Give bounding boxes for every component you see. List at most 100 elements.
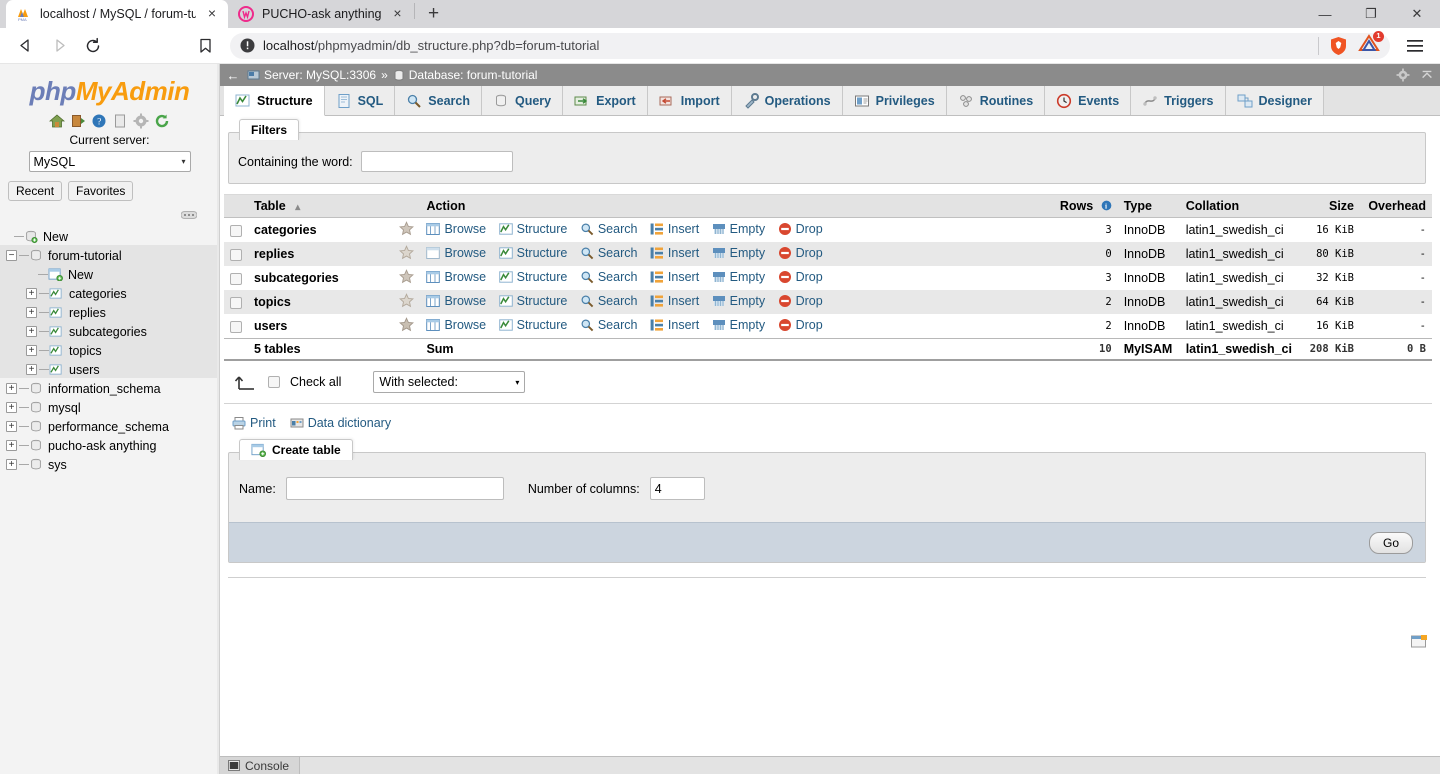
tree-expand-toggle[interactable]: + [6, 440, 17, 451]
star-icon[interactable] [399, 317, 415, 332]
column-collation[interactable]: Collation [1179, 194, 1298, 218]
settings-icon[interactable] [133, 113, 149, 129]
row-checkbox-cell[interactable] [224, 290, 248, 314]
browser-tab-close-icon[interactable]: × [204, 6, 220, 22]
print-link[interactable]: Print [232, 416, 276, 430]
tree-expand-toggle[interactable]: + [26, 345, 37, 356]
data-dictionary-link[interactable]: Data dictionary [290, 416, 391, 430]
action-insert[interactable]: Insert [650, 318, 699, 332]
action-structure[interactable]: Structure [498, 270, 567, 284]
browser-menu-icon[interactable] [1400, 31, 1430, 61]
tab-search[interactable]: Search [395, 86, 482, 115]
home-icon[interactable] [49, 113, 65, 129]
containing-word-input[interactable] [360, 151, 513, 172]
star-icon[interactable] [399, 221, 415, 236]
bookmark-icon[interactable] [190, 31, 220, 61]
row-checkbox-cell[interactable] [224, 217, 248, 242]
tree-expand-toggle[interactable]: + [26, 307, 37, 318]
refresh-icon[interactable] [154, 113, 170, 129]
action-browse[interactable]: Browse [426, 222, 486, 236]
action-drop[interactable]: Drop [778, 246, 823, 260]
console-tab[interactable]: Console [220, 756, 301, 774]
action-insert[interactable]: Insert [650, 294, 699, 308]
browser-tab-pucho[interactable]: PUCHO-ask anything × [228, 0, 414, 28]
favorite-cell[interactable] [393, 217, 421, 242]
row-checkbox[interactable] [230, 248, 242, 261]
with-selected-select[interactable]: With selected: ▾ [373, 371, 526, 393]
column-overhead[interactable]: Overhead [1360, 194, 1432, 218]
action-insert[interactable]: Insert [650, 246, 699, 260]
star-icon[interactable] [399, 245, 415, 260]
tree-item-replies[interactable]: + replies [0, 303, 219, 322]
action-structure[interactable]: Structure [498, 294, 567, 308]
action-drop[interactable]: Drop [778, 294, 823, 308]
create-table-columns-input[interactable] [649, 477, 705, 500]
tree-item-topics[interactable]: + topics [0, 341, 219, 360]
tab-sql[interactable]: SQL [324, 86, 396, 115]
tab-designer[interactable]: Designer [1225, 86, 1324, 115]
tree-item-new-table[interactable]: New [0, 265, 219, 284]
tree-item-users[interactable]: + users [0, 360, 219, 379]
action-search[interactable]: Search [580, 294, 637, 308]
back-icon[interactable] [10, 31, 40, 61]
action-search[interactable]: Search [580, 318, 637, 332]
table-row[interactable]: topics Browse Structure Search Insert Em… [224, 290, 1432, 314]
star-icon[interactable] [399, 293, 415, 308]
action-drop[interactable]: Drop [778, 318, 823, 332]
tab-events[interactable]: Events [1045, 86, 1132, 115]
action-drop[interactable]: Drop [778, 270, 823, 284]
browser-tab-close-icon[interactable]: × [390, 6, 406, 22]
table-name[interactable]: replies [248, 242, 394, 266]
phpmyadmin-logo[interactable]: phpMyAdmin [0, 64, 219, 107]
reload-icon[interactable] [78, 31, 108, 61]
action-structure[interactable]: Structure [498, 246, 567, 260]
action-browse[interactable]: Browse [426, 270, 486, 284]
tree-item-performance-schema[interactable]: + performance_schema [0, 417, 219, 436]
row-checkbox[interactable] [230, 272, 242, 285]
column-type[interactable]: Type [1117, 194, 1180, 218]
table-name[interactable]: topics [248, 290, 394, 314]
row-checkbox-cell[interactable] [224, 314, 248, 339]
column-rows[interactable]: Rows i [1047, 194, 1118, 218]
collapse-icon[interactable] [1420, 68, 1434, 82]
table-row[interactable]: subcategories Browse Structure Search In… [224, 266, 1432, 290]
tree-item-subcategories[interactable]: + subcategories [0, 322, 219, 341]
action-empty[interactable]: Empty [712, 294, 765, 308]
favorite-cell[interactable] [393, 314, 421, 339]
tab-operations[interactable]: Operations [731, 86, 843, 115]
breadcrumb-database[interactable]: Database: forum-tutorial [393, 68, 537, 82]
tree-item-pucho-ask-anything[interactable]: + pucho-ask anything [0, 436, 219, 455]
action-search[interactable]: Search [580, 246, 637, 260]
favorite-cell[interactable] [393, 290, 421, 314]
extension-icon-wrapper[interactable]: 1 [1358, 31, 1384, 57]
tab-query[interactable]: Query [481, 86, 564, 115]
action-browse[interactable]: Browse [426, 294, 486, 308]
star-icon[interactable] [399, 269, 415, 284]
row-checkbox[interactable] [230, 296, 242, 309]
help-icon[interactable]: i [1101, 200, 1112, 211]
action-empty[interactable]: Empty [712, 222, 765, 236]
favorite-cell[interactable] [393, 266, 421, 290]
action-search[interactable]: Search [580, 222, 637, 236]
action-empty[interactable]: Empty [712, 270, 765, 284]
action-structure[interactable]: Structure [498, 222, 567, 236]
tree-expand-toggle[interactable]: + [6, 459, 17, 470]
browser-tab-phpmyadmin[interactable]: PMA localhost / MySQL / forum-tutorial × [6, 0, 228, 28]
check-all-label[interactable]: Check all [290, 375, 341, 389]
row-checkbox-cell[interactable] [224, 242, 248, 266]
breadcrumb-back-icon[interactable]: ← [224, 68, 242, 83]
tree-expand-toggle[interactable]: + [26, 288, 37, 299]
tab-structure[interactable]: Structure [224, 86, 325, 116]
breadcrumb-server[interactable]: Server: MySQL:3306 [247, 68, 376, 82]
brave-shields-icon[interactable] [1329, 36, 1348, 56]
action-empty[interactable]: Empty [712, 246, 765, 260]
logout-icon[interactable] [70, 113, 86, 129]
favorites-button[interactable]: Favorites [68, 181, 134, 201]
tree-expand-toggle[interactable]: + [6, 383, 17, 394]
tree-item-forum-tutorial[interactable]: − forum-tutorial [0, 246, 219, 265]
action-browse[interactable]: Browse [426, 246, 486, 260]
table-name[interactable]: users [248, 314, 394, 339]
window-minimize-button[interactable]: — [1302, 0, 1348, 28]
table-row[interactable]: users Browse Structure Search Insert Emp… [224, 314, 1432, 339]
console-bar[interactable]: Console [220, 756, 1440, 774]
